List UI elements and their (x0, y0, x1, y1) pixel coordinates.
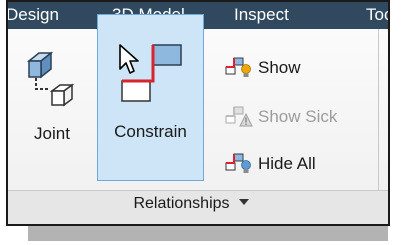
constrain-button[interactable]: Constrain (97, 14, 204, 181)
tab-inspect[interactable]: Inspect (234, 5, 289, 25)
show-constraints-icon (225, 57, 251, 77)
mouse-pointer-icon (119, 44, 139, 74)
chevron-down-icon (238, 199, 249, 205)
ribbon: Design 3D Model Inspect Tools Joint Cons… (6, 0, 390, 226)
panel-footer[interactable]: Relationships (8, 190, 388, 224)
show-label: Show (258, 58, 301, 77)
show-sick-icon (225, 106, 253, 127)
constrain-label: Constrain (114, 122, 187, 141)
panel-title: Relationships (133, 195, 230, 212)
joint-button[interactable]: Joint (12, 29, 92, 189)
hide-all-icon (225, 153, 251, 173)
joint-label: Joint (34, 124, 70, 143)
tab-tools[interactable]: Tools (366, 5, 388, 25)
panel-title-dropdown[interactable]: Relationships (8, 195, 374, 213)
joint-icon (26, 51, 75, 107)
hide-all-button[interactable]: Hide All (224, 151, 374, 177)
hide-all-label: Hide All (258, 154, 316, 173)
show-button[interactable]: Show (224, 55, 374, 81)
show-sick-button[interactable]: Show Sick (224, 104, 374, 130)
tab-design[interactable]: Design (8, 5, 59, 25)
show-sick-label: Show Sick (258, 107, 338, 126)
